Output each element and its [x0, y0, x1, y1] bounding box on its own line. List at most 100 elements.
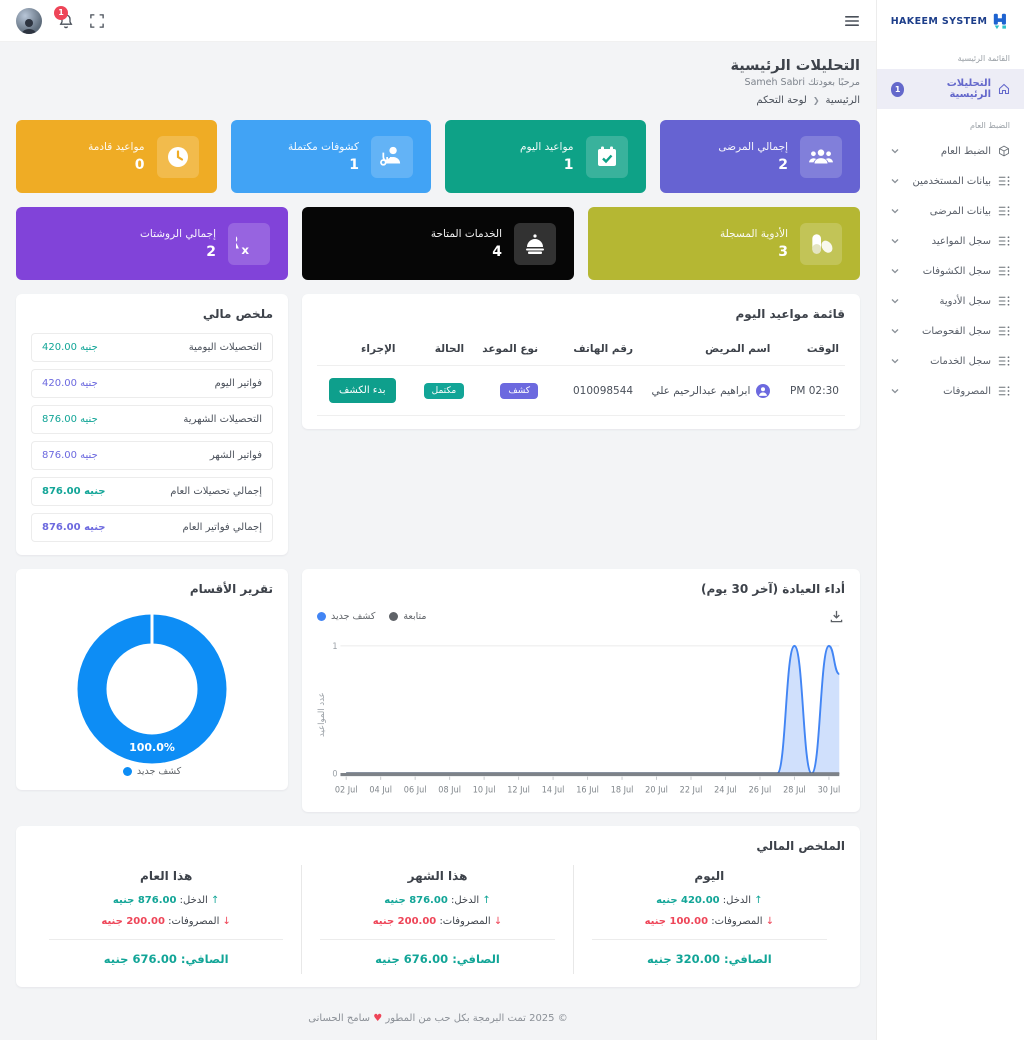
summary-column-today: اليوم ↑ الدخل: 420.00 جنيه ↓ المصروفات: … — [574, 865, 845, 974]
breadcrumb-separator-icon: ❮ — [813, 96, 820, 105]
stat-card-available-services[interactable]: الخدمات المتاحة 4 — [302, 207, 574, 280]
breadcrumb-home[interactable]: الرئيسية — [826, 95, 860, 106]
appointments-title: قائمة مواعيد اليوم — [317, 307, 845, 321]
status-badge: مكتمل — [424, 383, 465, 399]
expenses-line: ↓ المصروفات: 100.00 جنيه — [592, 916, 827, 927]
stat-card-total-prescriptions[interactable]: Rx إجمالي الروشتات 2 — [16, 207, 288, 280]
user-avatar[interactable] — [16, 8, 42, 34]
summary-heading: هذا العام — [49, 869, 283, 883]
financial-summary-title: ملخص مالي — [31, 307, 273, 321]
chevron-down-icon — [891, 297, 899, 305]
financial-row-value: 876.00 جنيه — [42, 522, 106, 533]
stat-label: الخدمات المتاحة — [431, 228, 502, 240]
financial-row-label: التحصيلات الشهرية — [183, 414, 262, 425]
legend-label: كشف جديد — [137, 766, 181, 777]
start-exam-button[interactable]: بدء الكشف — [329, 378, 396, 403]
top-bar: 1 — [0, 0, 876, 42]
col-phone: رقم الهاتف — [544, 333, 639, 366]
sidebar-item-medicines-log[interactable]: سجل الأدوية — [877, 286, 1024, 316]
area-fill — [346, 646, 839, 774]
x-tick-label: 18 Jul — [611, 785, 634, 796]
stats-row-2: الأدوية المسجلة 3 الخدمات المتاحة 4 R — [16, 207, 860, 280]
financial-row: إجمالي تحصيلات العام 876.00 جنيه — [31, 477, 273, 506]
financial-row-label: إجمالي تحصيلات العام — [170, 486, 262, 497]
chevron-down-icon — [891, 237, 899, 245]
sidebar-item-tests-log[interactable]: سجل الفحوصات — [877, 316, 1024, 346]
legend-dot — [389, 612, 398, 621]
page-content: التحليلات الرئيسية مرحبًا بعودتك Sameh S… — [0, 42, 876, 1040]
svg-text:x: x — [241, 242, 249, 256]
stat-card-today-appointments[interactable]: مواعيد اليوم 1 — [445, 120, 646, 193]
donut-chart[interactable]: 100.0% — [77, 614, 227, 764]
col-action: الإجراء — [317, 333, 402, 366]
download-chart-icon[interactable] — [828, 608, 845, 625]
legend-item[interactable]: كشف جديد — [123, 766, 181, 777]
sidebar-item-label: سجل الكشوفات — [923, 266, 991, 277]
sidebar-item-appointments-log[interactable]: سجل المواعيد — [877, 226, 1024, 256]
app-window: HAKEEM SYSTEM القائمة الرئيسية التحليلات… — [0, 0, 1024, 1040]
list-icon — [998, 355, 1010, 367]
patient-phone: 010098544 — [573, 385, 633, 397]
line-chart-legend: كشف جديد متابعة — [317, 611, 427, 622]
expenses-line: ↓ المصروفات: 200.00 جنيه — [320, 916, 554, 927]
sidebar-item-expenses[interactable]: المصروفات — [877, 376, 1024, 406]
financial-row-label: التحصيلات اليومية — [189, 342, 262, 353]
y-axis-title: عدد المواعيد — [317, 631, 327, 799]
arrow-up-icon: ↑ — [754, 895, 762, 906]
brand[interactable]: HAKEEM SYSTEM — [877, 0, 1024, 42]
sidebar-item-label: بيانات المستخدمين — [912, 176, 991, 187]
sidebar: HAKEEM SYSTEM القائمة الرئيسية التحليلات… — [876, 0, 1024, 1040]
chevron-down-icon — [891, 327, 899, 335]
arrow-down-icon: ↓ — [223, 916, 231, 927]
sidebar-item-label: سجل الفحوصات — [922, 326, 991, 337]
financial-row-value: 420.00 جنيه — [42, 342, 98, 353]
sidebar-item-exams-log[interactable]: سجل الكشوفات — [877, 256, 1024, 286]
hamburger-menu-icon[interactable] — [844, 13, 860, 29]
arrow-up-icon: ↑ — [211, 895, 219, 906]
income-label: الدخل: — [180, 895, 208, 906]
sidebar-item-general-settings[interactable]: الضبط العام — [877, 136, 1024, 166]
breadcrumb: الرئيسية ❮ لوحة التحكم — [16, 95, 860, 106]
sidebar-item-users-data[interactable]: بيانات المستخدمين — [877, 166, 1024, 196]
x-tick-label: 20 Jul — [645, 785, 668, 796]
line-chart-area: عدد المواعيد 1002 Jul04 Jul06 Jul08 Jul1… — [317, 631, 845, 799]
sidebar-item-patients-data[interactable]: بيانات المرضى — [877, 196, 1024, 226]
legend-item[interactable]: متابعة — [389, 611, 426, 622]
col-patient: اسم المريض — [639, 333, 776, 366]
financial-summary-card: ملخص مالي التحصيلات اليومية 420.00 جنيه … — [16, 294, 288, 555]
income-line: ↑ الدخل: 876.00 جنيه — [320, 895, 554, 906]
sidebar-item-services-log[interactable]: سجل الخدمات — [877, 346, 1024, 376]
stat-card-upcoming-appointments[interactable]: مواعيد قادمة 0 — [16, 120, 217, 193]
summary-column-year: هذا العام ↑ الدخل: 876.00 جنيه ↓ المصروف… — [31, 865, 302, 974]
notifications-bell-icon[interactable]: 1 — [58, 13, 74, 29]
col-type: نوع الموعد — [470, 333, 544, 366]
net-value: 676.00 جنيه — [104, 952, 177, 966]
x-tick-label: 26 Jul — [749, 785, 772, 796]
calendar-check-icon — [586, 136, 628, 178]
stat-card-registered-medicines[interactable]: الأدوية المسجلة 3 — [588, 207, 860, 280]
middle-row: قائمة مواعيد اليوم الوقت اسم المريض رقم … — [16, 294, 860, 555]
stat-value: 2 — [718, 157, 788, 173]
financial-row: التحصيلات اليومية 420.00 جنيه — [31, 333, 273, 362]
sidebar-item-analytics-active[interactable]: التحليلات الرئيسية 1 — [877, 69, 1024, 109]
stat-card-completed-exams[interactable]: كشوفات مكتملة 1 — [231, 120, 432, 193]
breadcrumb-current: لوحة التحكم — [756, 95, 806, 106]
line-chart[interactable]: 1002 Jul04 Jul06 Jul08 Jul10 Jul12 Jul14… — [329, 631, 845, 799]
series-line-new-exam — [346, 646, 839, 774]
net-line: الصافي: 320.00 جنيه — [592, 952, 827, 966]
fullscreen-icon[interactable] — [90, 14, 104, 28]
sidebar-item-label: بيانات المرضى — [930, 206, 991, 217]
list-icon — [998, 295, 1010, 307]
chevron-down-icon — [891, 267, 899, 275]
stat-card-total-patients[interactable]: إجمالي المرضى 2 — [660, 120, 861, 193]
sidebar-section-settings: الضبط العام — [877, 109, 1024, 136]
brand-name: HAKEEM SYSTEM — [891, 16, 988, 27]
legend-item[interactable]: كشف جديد — [317, 611, 375, 622]
legend-dot — [317, 612, 326, 621]
financial-row-label: فواتير اليوم — [215, 378, 262, 389]
donut-ring — [92, 629, 212, 749]
patient-name: ابراهيم عبدالرحيم علي — [651, 385, 750, 397]
chevron-down-icon — [891, 357, 899, 365]
income-value: 876.00 جنيه — [384, 895, 448, 906]
list-icon — [998, 235, 1010, 247]
